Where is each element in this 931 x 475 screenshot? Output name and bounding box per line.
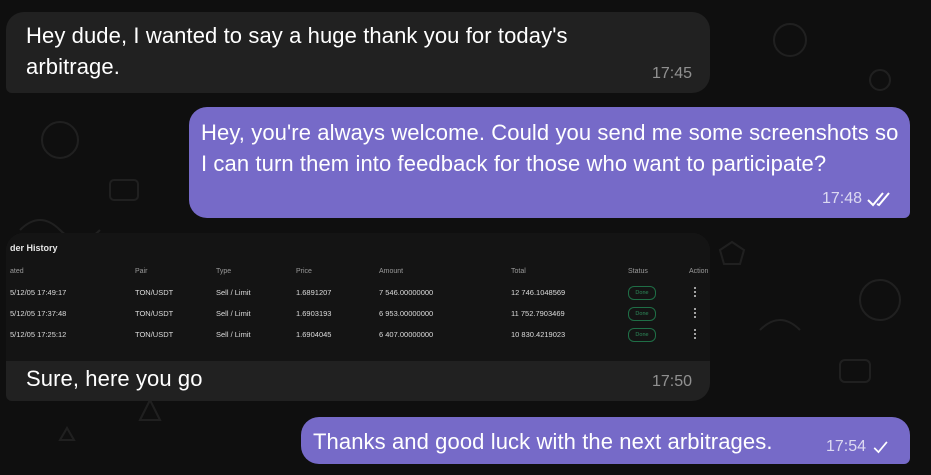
row2-total: 11 752.7903469 bbox=[511, 309, 565, 318]
message-time: 17:54 bbox=[825, 438, 866, 455]
col-header-amount: Amount bbox=[379, 268, 404, 275]
row2-type: Sell / Limit bbox=[216, 309, 251, 318]
message-text: Hey, you're always welcome. Could you se… bbox=[201, 120, 899, 176]
col-header-action: Action bbox=[689, 268, 709, 275]
message-text: Sure, here you go bbox=[26, 366, 203, 391]
message-incoming-1[interactable]: Hey dude, I wanted to say a huge thank y… bbox=[6, 12, 710, 93]
row1-type: Sell / Limit bbox=[216, 288, 251, 297]
row2-price: 1.6903193 bbox=[296, 309, 332, 318]
row2-amount: 6 953.00000000 bbox=[379, 309, 434, 318]
row2-date: 5/12/05 17:37:48 bbox=[10, 309, 67, 318]
row2-pair: TON/USDT bbox=[135, 309, 174, 318]
row1-more-icon[interactable] bbox=[694, 287, 697, 299]
message-outgoing-2[interactable]: Hey, you're always welcome. Could you se… bbox=[189, 107, 910, 218]
row2-more-icon[interactable] bbox=[694, 308, 697, 320]
row3-date: 5/12/05 17:25:12 bbox=[10, 330, 67, 339]
attached-screenshot[interactable]: der History ated Pair Type Price Amount … bbox=[6, 233, 710, 361]
row3-type: Sell / Limit bbox=[216, 330, 251, 339]
message-text: Hey dude, I wanted to say a huge thank y… bbox=[26, 23, 568, 79]
col-header-pair: Pair bbox=[135, 268, 148, 275]
row2-status: Done bbox=[628, 307, 656, 321]
col-header-status: Status bbox=[628, 268, 648, 275]
message-text: Thanks and good luck with the next arbit… bbox=[313, 429, 773, 454]
message-time: 17:50 bbox=[651, 373, 692, 390]
col-header-type: Type bbox=[216, 268, 232, 275]
col-header-date: ated bbox=[10, 268, 24, 275]
order-history-title: der History bbox=[10, 243, 58, 253]
row1-price: 1.6891207 bbox=[296, 288, 332, 297]
row3-amount: 6 407.00000000 bbox=[379, 330, 434, 339]
row3-pair: TON/USDT bbox=[135, 330, 174, 339]
message-time: 17:45 bbox=[651, 65, 692, 82]
message-time: 17:48 bbox=[821, 190, 862, 207]
message-outgoing-4[interactable]: Thanks and good luck with the next arbit… bbox=[301, 417, 910, 464]
row1-pair: TON/USDT bbox=[135, 288, 174, 297]
single-check-icon bbox=[873, 441, 888, 454]
row3-more-icon[interactable] bbox=[694, 329, 697, 341]
message-incoming-3[interactable]: der History ated Pair Type Price Amount … bbox=[6, 233, 710, 401]
row3-price: 1.6904045 bbox=[296, 330, 332, 339]
row1-total: 12 746.1048569 bbox=[511, 288, 566, 297]
col-header-total: Total bbox=[511, 268, 526, 275]
row1-date: 5/12/05 17:49:17 bbox=[10, 288, 67, 297]
row1-status: Done bbox=[628, 286, 656, 300]
row1-amount: 7 546.00000000 bbox=[379, 288, 434, 297]
row3-total: 10 830.4219023 bbox=[511, 330, 566, 339]
row3-status: Done bbox=[628, 328, 656, 342]
col-header-price: Price bbox=[296, 268, 312, 275]
double-check-icon bbox=[867, 192, 890, 207]
